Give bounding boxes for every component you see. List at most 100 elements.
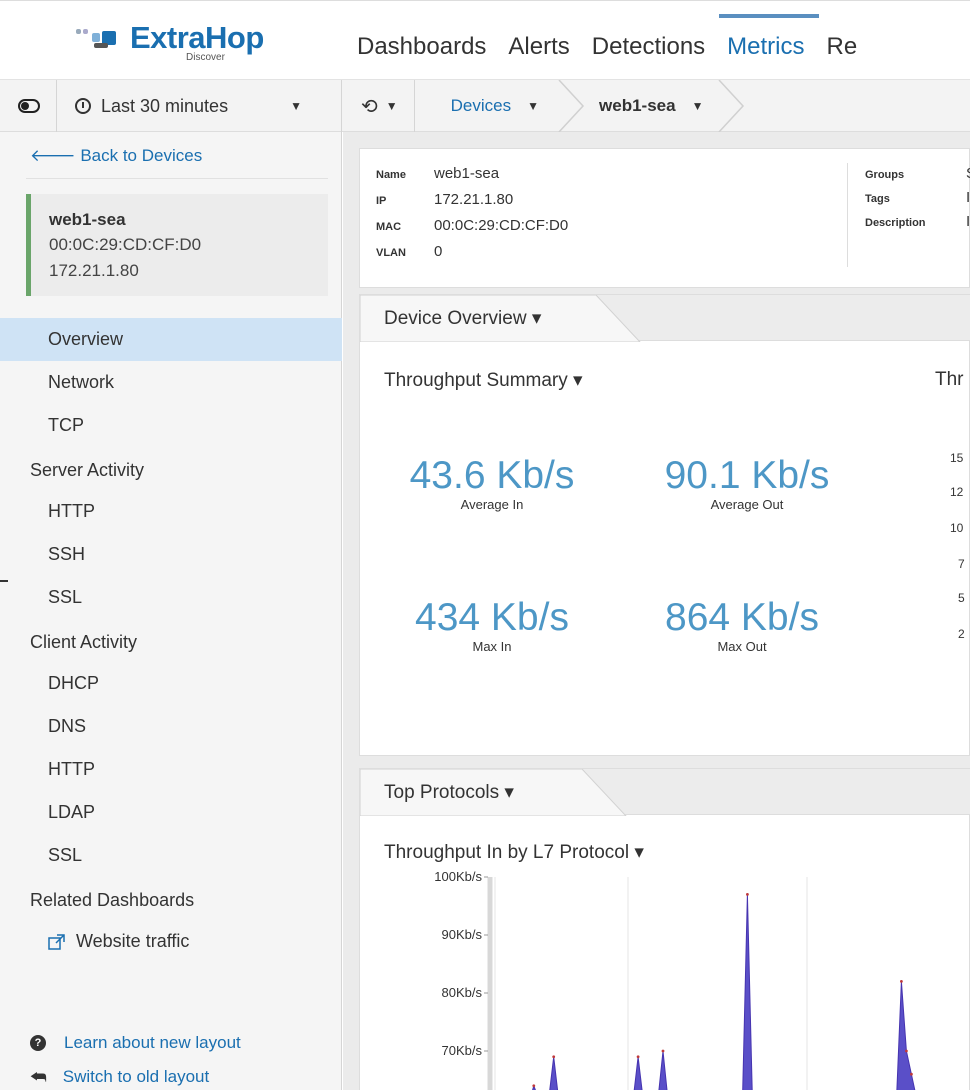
sidebar-footer: ? Learn about new layout ⮪ Switch to old…	[30, 1026, 241, 1090]
external-link-icon	[48, 933, 65, 950]
y-tick-label: 15	[950, 451, 964, 465]
breadcrumb-devices[interactable]: Devices ▼	[451, 96, 539, 116]
prop-mac-value: 00:0C:29:CD:CF:D0	[434, 217, 569, 234]
back-to-devices-link[interactable]: 🡐 Back to Devices	[30, 146, 202, 166]
data-point	[636, 1055, 640, 1059]
main-nav: Dashboards Alerts Detections Metrics Re	[357, 1, 879, 81]
prop-groups-value: S	[966, 165, 970, 182]
breadcrumb: ⟲ ▼ Devices ▼ web1-sea ▼	[343, 80, 753, 132]
chevron-down-icon[interactable]: ▼	[386, 99, 398, 113]
sidebar-item-client-ssl[interactable]: SSL	[0, 834, 342, 877]
data-point	[532, 1084, 536, 1088]
learn-link-label: Learn about new layout	[64, 1033, 241, 1052]
arrow-left-icon: 🡐	[30, 146, 81, 165]
divider	[26, 178, 328, 179]
sidebar-item-server-http[interactable]: HTTP	[0, 490, 342, 533]
breadcrumb-separator-icon	[713, 80, 753, 132]
sidebar-item-website-traffic[interactable]: Website traffic	[0, 920, 342, 963]
device-mac: 00:0C:29:CD:CF:D0	[49, 235, 202, 254]
y-tick-label: 5	[958, 591, 965, 605]
extrahop-logo[interactable]: ExtraHop Discover	[76, 20, 264, 63]
y-tick-label: 80Kb/s	[442, 985, 483, 1000]
prop-name-label: Name	[376, 169, 406, 181]
y-tick-label: 2	[958, 627, 965, 641]
chevron-down-icon[interactable]: ▼	[692, 99, 704, 113]
sidebar-nav: Overview Network TCP Server Activity HTT…	[0, 318, 342, 963]
device-card: web1-sea 00:0C:29:CD:CF:D0 172.21.1.80	[26, 194, 328, 296]
logo-mark-icon	[76, 23, 128, 53]
sidebar-item-server-ssh[interactable]: SSH	[0, 533, 342, 576]
reply-arrow-icon: ⮪	[30, 1067, 47, 1087]
main-content: Name web1-sea IP 172.21.1.80 MAC 00:0C:2…	[343, 132, 970, 1090]
y-tick-label: 100Kb/s	[434, 869, 482, 884]
sidebar-item-overview[interactable]: Overview	[0, 318, 342, 361]
sidebar-item-client-ldap[interactable]: LDAP	[0, 791, 342, 834]
website-traffic-label: Website traffic	[76, 931, 190, 951]
prop-vlan-label: VLAN	[376, 247, 406, 259]
y-tick-label: 70Kb/s	[442, 1043, 483, 1058]
sidebar-toggle-icon[interactable]	[18, 99, 40, 113]
data-point	[900, 980, 903, 983]
prop-groups-label: Groups	[865, 169, 905, 181]
metric-average-in: 43.6 Kb/s Average In	[382, 455, 602, 513]
breadcrumb-label: Devices	[450, 96, 512, 115]
chevron-down-icon[interactable]: ▼	[290, 99, 302, 113]
data-point	[661, 1049, 665, 1053]
sidebar-item-server-ssl[interactable]: SSL	[0, 576, 342, 619]
switch-link-label: Switch to old layout	[62, 1067, 210, 1086]
series-area	[532, 894, 916, 1090]
data-point	[905, 1049, 908, 1053]
tab-label: Device Overview ▾	[384, 308, 542, 329]
throughput-summary-title[interactable]: Throughput Summary ▾	[384, 369, 583, 392]
nav-detections[interactable]: Detections	[592, 1, 705, 81]
device-name: web1-sea	[49, 210, 126, 229]
throughput-in-chart: 100Kb/s90Kb/s80Kb/s70Kb/s60Kb/s	[434, 869, 916, 1090]
device-overview-panel: Device Overview ▾ Throughput Summary ▾ T…	[359, 294, 970, 756]
data-point	[552, 1055, 556, 1059]
toolbar: Last 30 minutes ▼ ⟲ ▼ Devices ▼ web1-sea…	[0, 80, 970, 132]
divider	[56, 80, 57, 132]
breadcrumb-device[interactable]: web1-sea ▼	[599, 96, 703, 116]
metric-label: Max In	[472, 639, 512, 654]
sidebar-item-client-http[interactable]: HTTP	[0, 748, 342, 791]
sidebar: 🡐 Back to Devices web1-sea 00:0C:29:CD:C…	[0, 132, 342, 1090]
switch-old-layout-link[interactable]: ⮪ Switch to old layout	[30, 1060, 241, 1090]
divider	[847, 163, 848, 267]
tab-device-overview[interactable]: Device Overview ▾	[360, 295, 641, 342]
y-tick-label: 12	[950, 485, 964, 499]
time-range-selector[interactable]: Last 30 minutes	[101, 96, 228, 117]
metric-value: 434 Kb/s	[415, 596, 569, 639]
breadcrumb-separator-icon	[553, 80, 593, 132]
sidebar-heading-server-activity: Server Activity	[30, 460, 145, 480]
logo-wordmark: ExtraHop	[130, 20, 264, 55]
prop-name-value: web1-sea	[434, 165, 500, 182]
nav-dashboards[interactable]: Dashboards	[357, 1, 486, 81]
y-tick-label: 7	[958, 557, 965, 571]
learn-new-layout-link[interactable]: ? Learn about new layout	[30, 1026, 241, 1060]
sidebar-item-client-dhcp[interactable]: DHCP	[0, 662, 342, 705]
top-nav: ExtraHop Discover Dashboards Alerts Dete…	[0, 0, 970, 80]
back-link-label: Back to Devices	[80, 146, 203, 165]
app-window: ExtraHop Discover Dashboards Alerts Dete…	[0, 0, 970, 1090]
y-tick-label: 90Kb/s	[442, 927, 483, 942]
panel-tabbar: Device Overview ▾	[360, 295, 970, 342]
chevron-down-icon[interactable]: ▼	[527, 99, 539, 113]
device-ip: 172.21.1.80	[49, 261, 139, 280]
nav-records[interactable]: Re	[827, 1, 858, 81]
history-icon[interactable]: ⟲	[361, 94, 378, 119]
prop-description-value: I	[966, 213, 970, 230]
nav-alerts[interactable]: Alerts	[508, 1, 569, 81]
throughput-chart-title-clipped[interactable]: Thr	[935, 369, 964, 391]
data-point	[910, 1072, 913, 1076]
sidebar-item-client-dns[interactable]: DNS	[0, 705, 342, 748]
metric-max-in: 434 Kb/s Max In	[382, 597, 602, 655]
y-tick-label: 10	[950, 521, 964, 535]
edge-marker	[0, 580, 8, 582]
metric-label: Max Out	[717, 639, 767, 654]
clock-icon	[75, 98, 91, 114]
sidebar-heading-client-activity: Client Activity	[30, 632, 138, 652]
sidebar-item-tcp[interactable]: TCP	[0, 404, 342, 447]
metric-value: 90.1 Kb/s	[664, 454, 830, 497]
sidebar-item-network[interactable]: Network	[0, 361, 342, 404]
nav-metrics[interactable]: Metrics	[719, 1, 819, 81]
